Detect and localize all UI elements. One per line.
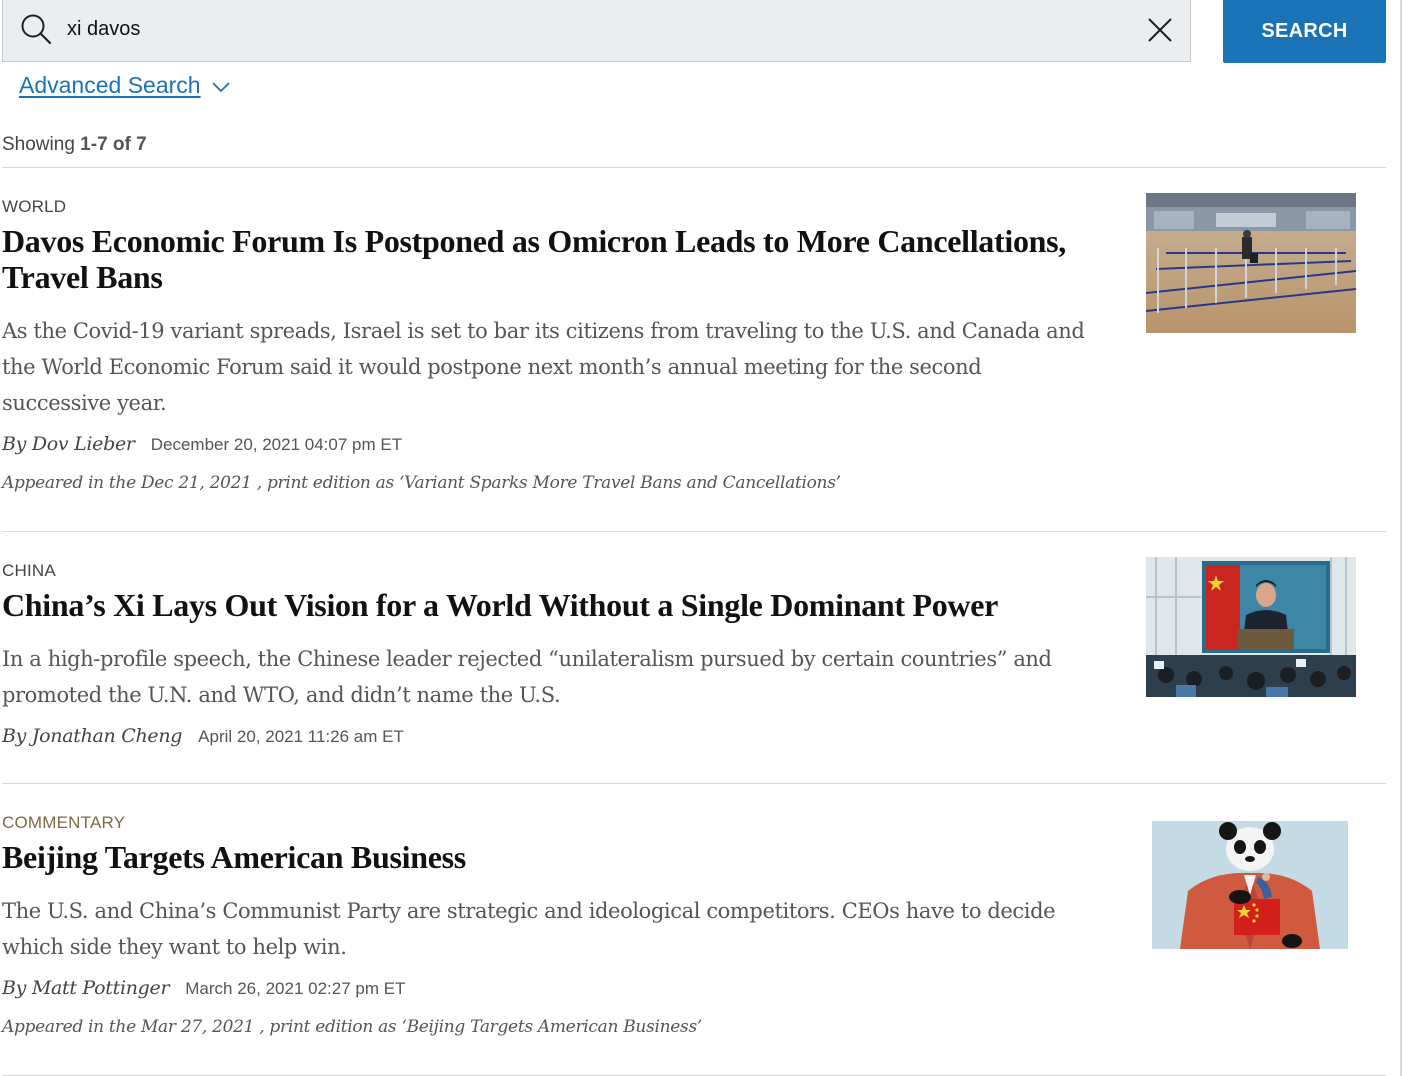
close-icon[interactable] [1146,16,1174,44]
article-category[interactable]: CHINA [2,561,56,581]
article-headline[interactable]: Davos Economic Forum Is Postponed as Omi… [2,223,1092,295]
article-byline[interactable]: By Dov Lieber [2,433,135,455]
page-edge-rule [1400,0,1402,1076]
article-timestamp: March 26, 2021 02:27 pm ET [185,979,406,998]
article-thumbnail-xi-screen[interactable] [1146,557,1356,697]
article-category[interactable]: WORLD [2,197,66,217]
search-box [2,0,1191,62]
print-edition-note: Appeared in the Dec 21, 2021 , print edi… [2,473,841,493]
article-thumbnail-airport[interactable] [1146,193,1356,333]
article-meta: By Matt Pottinger March 26, 2021 02:27 p… [2,977,405,999]
chevron-down-icon [211,81,230,92]
search-input[interactable] [67,10,1117,48]
advanced-search-link[interactable]: Advanced Search [19,72,231,99]
article-meta: By Jonathan Cheng April 20, 2021 11:26 a… [2,725,404,747]
article-byline[interactable]: By Matt Pottinger [2,977,170,999]
article-headline[interactable]: Beijing Targets American Business [2,839,1092,875]
article-summary: In a high-profile speech, the Chinese le… [2,647,1052,707]
article-headline[interactable]: China’s Xi Lays Out Vision for a World W… [2,587,1092,623]
article-meta: By Dov Lieber December 20, 2021 04:07 pm… [2,433,402,455]
results-count-range: 1-7 of 7 [80,134,147,155]
article-byline[interactable]: By Jonathan Cheng [2,725,182,747]
results-count: Showing 1-7 of 7 [2,134,147,156]
article-category[interactable]: COMMENTARY [2,813,125,833]
article-timestamp: December 20, 2021 04:07 pm ET [150,435,403,454]
article-summary: As the Covid-19 variant spreads, Israel … [2,319,1085,415]
article-summary: The U.S. and China’s Communist Party are… [2,899,1056,959]
results-count-prefix: Showing [2,134,75,155]
divider [2,783,1386,784]
divider [2,167,1386,168]
print-edition-note: Appeared in the Mar 27, 2021 , print edi… [2,1017,702,1037]
article-timestamp: April 20, 2021 11:26 am ET [198,727,404,746]
search-button[interactable]: SEARCH [1223,0,1386,63]
divider [2,531,1386,532]
article-thumbnail-panda-illustration[interactable] [1152,821,1348,949]
search-icon [21,14,52,45]
advanced-search-label: Advanced Search [19,72,201,98]
